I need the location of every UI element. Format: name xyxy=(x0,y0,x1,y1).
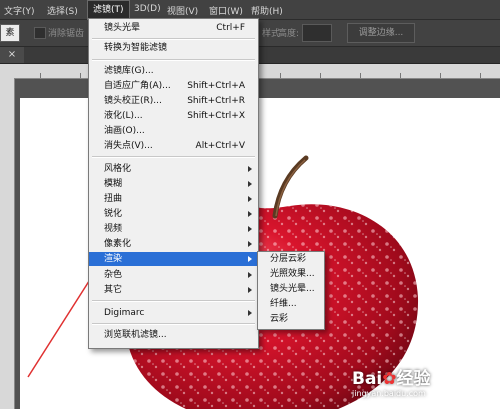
render-submenu: 分层云彩 光照效果... 镜头光晕... 纤维... 云彩 xyxy=(257,251,325,330)
menu-bar: 文字(Y) 选择(S) 滤镜(T) 3D(D) 视图(V) 窗口(W) 帮助(H… xyxy=(0,0,500,20)
menu-filter[interactable]: 滤镜(T) xyxy=(87,0,130,20)
submenu-item-lighting-effects[interactable]: 光照效果... xyxy=(258,267,324,282)
style-swatch[interactable]: 素 xyxy=(0,24,20,42)
submenu-item-fibers[interactable]: 纤维... xyxy=(258,297,324,312)
watermark-brand: Bai xyxy=(352,369,383,389)
submenu-arrow-icon xyxy=(248,181,252,187)
menu-item-oil-paint[interactable]: 油画(O)... xyxy=(89,124,258,138)
menu-item-lens-correction[interactable]: 镜头校正(R)... Shift+Ctrl+R xyxy=(89,94,258,108)
submenu-arrow-icon xyxy=(248,166,252,172)
menu-select[interactable]: 选择(S) xyxy=(47,4,78,17)
watermark-suffix: 经验 xyxy=(396,369,431,389)
submenu-arrow-icon xyxy=(248,256,252,262)
submenu-arrow-icon xyxy=(248,272,252,278)
menu-item-lens-flare-repeat[interactable]: 镜头光晕 Ctrl+F xyxy=(89,21,258,35)
menu-view[interactable]: 视图(V) xyxy=(167,4,198,17)
height-label: 高度: xyxy=(278,29,300,39)
menu-item-render[interactable]: 渲染 xyxy=(89,252,258,266)
submenu-item-lens-flare[interactable]: 镜头光晕... xyxy=(258,282,324,297)
submenu-item-clouds[interactable]: 云彩 xyxy=(258,312,324,327)
filter-menu: 镜头光晕 Ctrl+F 转换为智能滤镜 滤镜库(G)... 自适应广角(A)..… xyxy=(88,18,259,349)
menu-item-distort[interactable]: 扭曲 xyxy=(89,192,258,206)
vertical-ruler xyxy=(0,78,15,409)
menu-item-pixelate[interactable]: 像素化 xyxy=(89,237,258,251)
antialias-checkbox[interactable] xyxy=(34,27,46,39)
height-input[interactable] xyxy=(302,24,332,42)
menu-item-noise[interactable]: 杂色 xyxy=(89,268,258,282)
menu-item-vanishing-point[interactable]: 消失点(V)... Alt+Ctrl+V xyxy=(89,139,258,153)
menu-item-convert-smart-filter[interactable]: 转换为智能滤镜 xyxy=(89,41,258,55)
menu-item-adaptive-wide-angle[interactable]: 自适应广角(A)... Shift+Ctrl+A xyxy=(89,79,258,93)
paw-icon: ✿ xyxy=(382,369,397,389)
watermark-url: jingyan.baidu.com xyxy=(352,389,426,398)
submenu-arrow-icon xyxy=(248,226,252,232)
menu-item-browse-online-filters[interactable]: 浏览联机滤镜... xyxy=(89,328,258,342)
menu-window[interactable]: 窗口(W) xyxy=(209,4,243,17)
menu-help[interactable]: 帮助(H) xyxy=(251,4,283,17)
submenu-arrow-icon xyxy=(248,287,252,293)
close-tab-button[interactable]: × xyxy=(0,47,24,63)
menu-item-stylize[interactable]: 风格化 xyxy=(89,162,258,176)
menu-text[interactable]: 文字(Y) xyxy=(4,4,35,17)
menu-item-other[interactable]: 其它 xyxy=(89,283,258,297)
menu-item-blur[interactable]: 模糊 xyxy=(89,177,258,191)
menu-item-liquify[interactable]: 液化(L)... Shift+Ctrl+X xyxy=(89,109,258,123)
refine-edge-button[interactable]: 调整边缘... xyxy=(347,23,415,43)
antialias-label: 消除锯齿 xyxy=(48,29,85,39)
menu-item-digimarc[interactable]: Digimarc xyxy=(89,306,258,320)
baidu-watermark: Bai✿经验 jingyan.baidu.com xyxy=(352,364,500,398)
menu-item-sharpen[interactable]: 锐化 xyxy=(89,207,258,221)
menu-item-filter-gallery[interactable]: 滤镜库(G)... xyxy=(89,64,258,78)
submenu-arrow-icon xyxy=(248,310,252,316)
submenu-arrow-icon xyxy=(248,211,252,217)
submenu-arrow-icon xyxy=(248,196,252,202)
submenu-item-difference-clouds[interactable]: 分层云彩 xyxy=(258,252,324,267)
menu-3d[interactable]: 3D(D) xyxy=(134,4,161,14)
menu-item-video[interactable]: 视频 xyxy=(89,222,258,236)
submenu-arrow-icon xyxy=(248,241,252,247)
